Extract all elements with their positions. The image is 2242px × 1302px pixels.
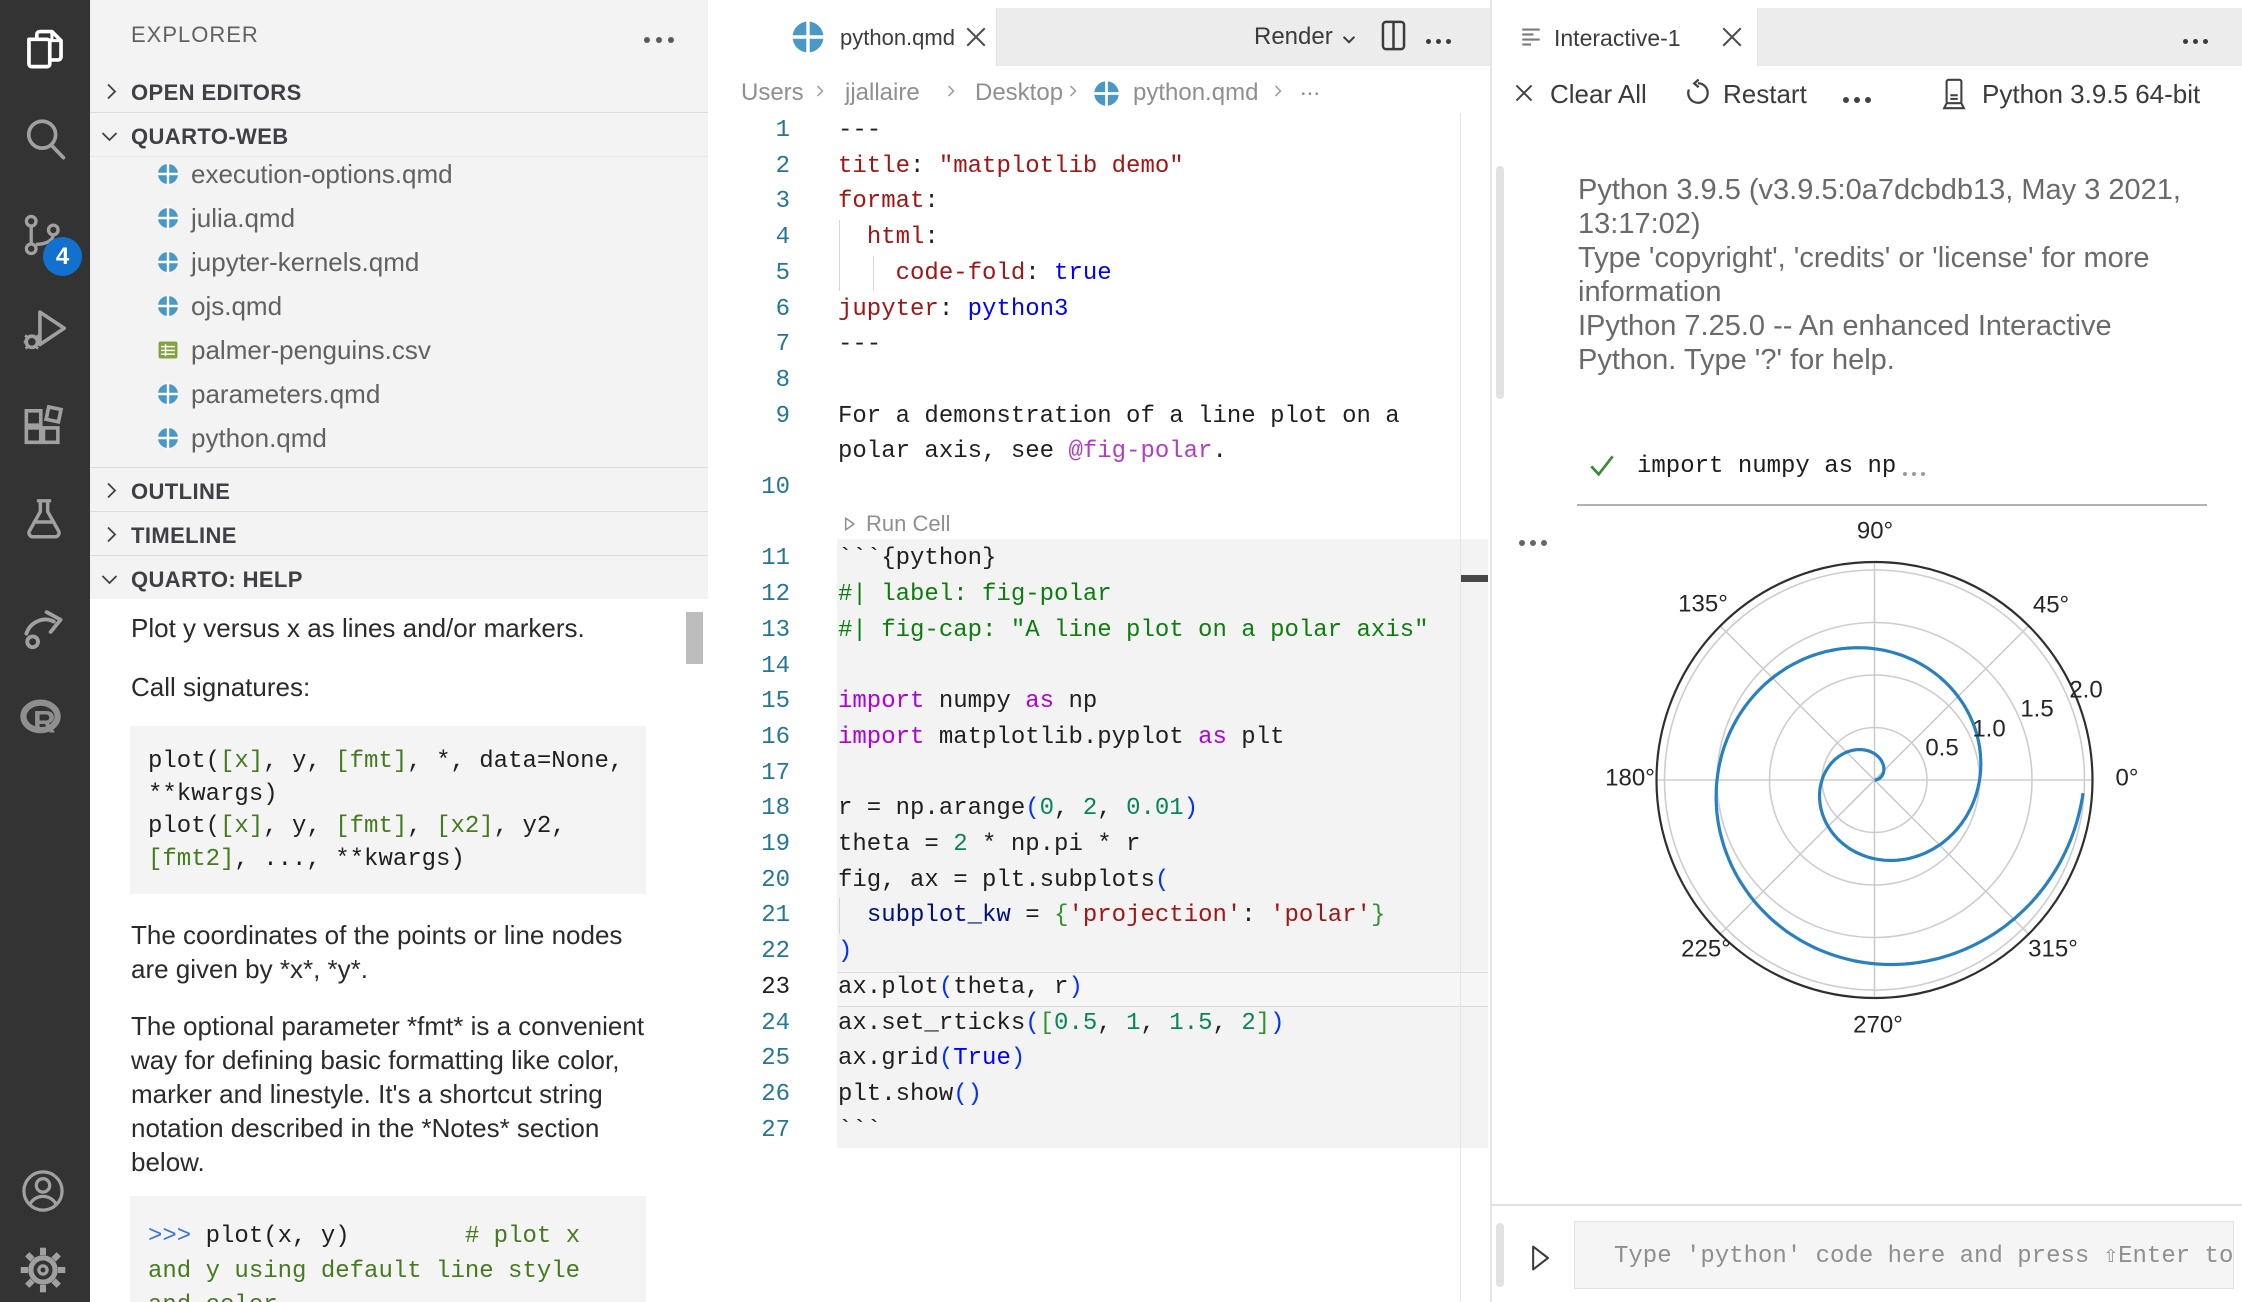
svg-text:0°: 0° [2116,764,2139,791]
svg-text:1.0: 1.0 [1972,715,2005,742]
svg-text:R: R [33,705,56,740]
svg-text:2.0: 2.0 [2069,676,2102,703]
svg-text:135°: 135° [1678,590,1728,617]
svg-text:1.5: 1.5 [2020,695,2053,722]
svg-text:180°: 180° [1605,764,1655,791]
svg-text:270°: 270° [1853,1011,1903,1038]
svg-text:0.5: 0.5 [1925,734,1958,761]
svg-text:315°: 315° [2028,935,2078,962]
svg-text:90°: 90° [1857,517,1893,544]
svg-text:45°: 45° [2033,591,2069,618]
svg-text:225°: 225° [1681,935,1731,962]
